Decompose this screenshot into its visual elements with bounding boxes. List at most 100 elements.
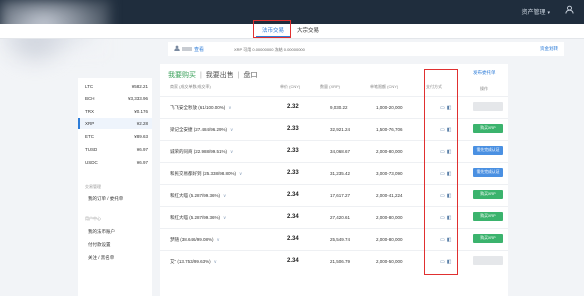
section-title-trade: 交易管理: [85, 184, 101, 189]
sidebar-item-trx[interactable]: TRX ¥0.176: [78, 106, 152, 117]
quantity-cell: 34,068.67: [330, 149, 351, 154]
sidebar-item-tusd[interactable]: TUSD ¥6.97: [78, 144, 152, 155]
highlight-box-tab: [253, 20, 291, 38]
quantity-cell: 17,617.27: [330, 193, 351, 198]
header-unit-price: 单价 (CNY): [280, 84, 301, 89]
merchant-name: 和红大喵 (5.287/99.36%): [170, 193, 221, 198]
merchant-cell[interactable]: 梁记全安捷 (27.484/96.29%) ∨: [170, 127, 233, 133]
price-cell: 2.33: [287, 126, 299, 132]
buy-xrp-button[interactable]: 购买XRP: [473, 234, 503, 243]
coin-symbol: TRX: [85, 109, 94, 114]
merchant-cell[interactable]: 和民交易都好到 (25.338/98.80%) ∨: [170, 171, 242, 177]
quantity-cell: 21,506.79: [330, 259, 351, 264]
merchant-name: 艾" (13.753/99.63%): [170, 259, 211, 264]
merchant-name: 飞飞安全秒放 (61/100.00%): [170, 105, 226, 110]
chevron-down-icon: ∨: [223, 193, 227, 198]
chevron-down-icon: ∨: [230, 127, 234, 132]
merchant-cell[interactable]: 诚荣的同商 (22.988/99.51%) ∨: [170, 149, 233, 155]
merchant-name: 和红大喵 (5.287/99.36%): [170, 215, 221, 220]
limit-cell: 2,000-80,000: [376, 215, 403, 220]
asset-management-label: 资产管理: [521, 10, 546, 16]
price-cell: 2.32: [287, 104, 299, 110]
coin-symbol: ETC: [85, 134, 94, 139]
limit-cell: 1,500-76,706: [376, 127, 403, 132]
sidebar-item-ltc[interactable]: LTC ¥582.21: [78, 81, 152, 92]
price-cell: 2.34: [287, 236, 299, 242]
tab-sell[interactable]: 我要出售: [206, 72, 234, 79]
verify-first-button[interactable]: 需先完成认证: [473, 146, 503, 155]
merchant-name: 梦随 (38.646/99.08%): [170, 237, 214, 242]
separator: |: [237, 72, 240, 79]
sidebar-item-bch[interactable]: BCH ¥3,333.96: [78, 93, 152, 104]
asset-management-menu[interactable]: 资产管理 ▾: [521, 7, 550, 16]
coin-price: ¥6.97: [136, 147, 148, 152]
quantity-cell: 9,030.22: [330, 105, 348, 110]
coin-symbol: TUSD: [85, 147, 98, 152]
separator: |: [199, 72, 202, 79]
price-cell: 2.34: [287, 192, 299, 198]
chevron-down-icon: ▾: [547, 10, 550, 16]
quantity-cell: 32,921.24: [330, 127, 351, 132]
chevron-down-icon: ∨: [239, 171, 243, 176]
quantity-cell: 25,549.74: [330, 237, 351, 242]
price-cell: 2.34: [287, 258, 299, 264]
limit-cell: 2,000-80,000: [376, 149, 403, 154]
sidebar-link-follow-blacklist[interactable]: 关注 / 黑名单: [88, 255, 114, 261]
header-quantity: 数量 (XRP): [320, 84, 340, 89]
limit-cell: 3,000-73,090: [376, 171, 403, 176]
buy-button-disabled[interactable]: [473, 102, 503, 111]
merchant-cell[interactable]: 和红大喵 (5.287/99.36%) ∨: [170, 215, 226, 221]
sidebar: LTC ¥582.21 BCH ¥3,333.96 TRX ¥0.176 XRP ¥2.…: [78, 78, 152, 296]
view-link[interactable]: 查看: [194, 46, 204, 53]
sidebar-link-payment-settings[interactable]: 付付款设置: [88, 242, 111, 248]
coin-price: ¥2.28: [136, 121, 148, 126]
chevron-down-icon: ∨: [230, 149, 234, 154]
sidebar-item-usdc[interactable]: USDC ¥6.97: [78, 157, 152, 168]
buy-button-disabled[interactable]: [473, 256, 503, 265]
transfer-link[interactable]: 资金划转: [540, 46, 558, 52]
chevron-down-icon: ∨: [213, 259, 217, 264]
price-cell: 2.33: [287, 170, 299, 176]
quantity-cell: 31,235.42: [330, 171, 351, 176]
merchant-name: 梁记全安捷 (27.484/96.29%): [170, 127, 228, 132]
avatar-icon: [174, 45, 180, 53]
coin-symbol: LTC: [85, 84, 94, 89]
merchant-cell[interactable]: 艾" (13.753/99.63%) ∨: [170, 259, 217, 265]
sub-navigation: 法币交易 大宗交易: [0, 24, 584, 39]
coin-price: ¥6.97: [136, 160, 148, 165]
header-merchant: 商家 (成交单数/成交率): [170, 84, 211, 89]
sidebar-item-xrp[interactable]: XRP ¥2.28: [78, 118, 152, 129]
tab-block-trade[interactable]: 大宗交易: [296, 24, 320, 38]
quantity-cell: 27,420.61: [330, 215, 351, 220]
merchant-name: 诚荣的同商 (22.988/99.51%): [170, 149, 228, 154]
buy-xrp-button[interactable]: 购买XRP: [473, 212, 503, 221]
limit-cell: 2,000-41,224: [376, 193, 403, 198]
coin-price: ¥89.63: [134, 134, 148, 139]
coin-symbol: USDC: [85, 160, 98, 165]
coin-symbol: BCH: [85, 96, 95, 101]
verify-first-button[interactable]: 需先完成认证: [473, 168, 503, 177]
buy-xrp-button[interactable]: 购买XRP: [473, 124, 503, 133]
post-order-link[interactable]: 发布委托单: [473, 70, 496, 76]
sidebar-item-etc[interactable]: ETC ¥89.63: [78, 131, 152, 142]
sidebar-link-fiat-account[interactable]: 我的法币账户: [88, 229, 115, 235]
breadcrumb: 我要购买 | 我要出售 | 盘口: [168, 70, 259, 80]
highlight-box-payment: [424, 69, 458, 275]
header-limit: 单笔限额 (CNY): [370, 84, 399, 89]
coin-symbol: XRP: [85, 121, 95, 126]
sidebar-link-orders[interactable]: 我的订单 / 委托单: [88, 196, 123, 202]
chevron-down-icon: ∨: [216, 237, 220, 242]
price-cell: 2.34: [287, 214, 299, 220]
merchant-cell[interactable]: 飞飞安全秒放 (61/100.00%) ∨: [170, 105, 232, 111]
chevron-down-icon: ∨: [228, 105, 232, 110]
coin-price: ¥3,333.96: [127, 96, 148, 101]
header-action: 操作: [480, 86, 488, 91]
merchant-cell[interactable]: 和红大喵 (5.287/99.36%) ∨: [170, 193, 226, 199]
tab-orderbook[interactable]: 盘口: [243, 72, 257, 79]
buy-xrp-button[interactable]: 购买XRP: [473, 190, 503, 199]
tab-buy[interactable]: 我要购买: [168, 72, 196, 79]
chevron-down-icon: ∨: [223, 215, 227, 220]
limit-cell: 1,000-20,000: [376, 105, 403, 110]
merchant-cell[interactable]: 梦随 (38.646/99.08%) ∨: [170, 237, 220, 243]
user-icon[interactable]: [565, 4, 574, 18]
